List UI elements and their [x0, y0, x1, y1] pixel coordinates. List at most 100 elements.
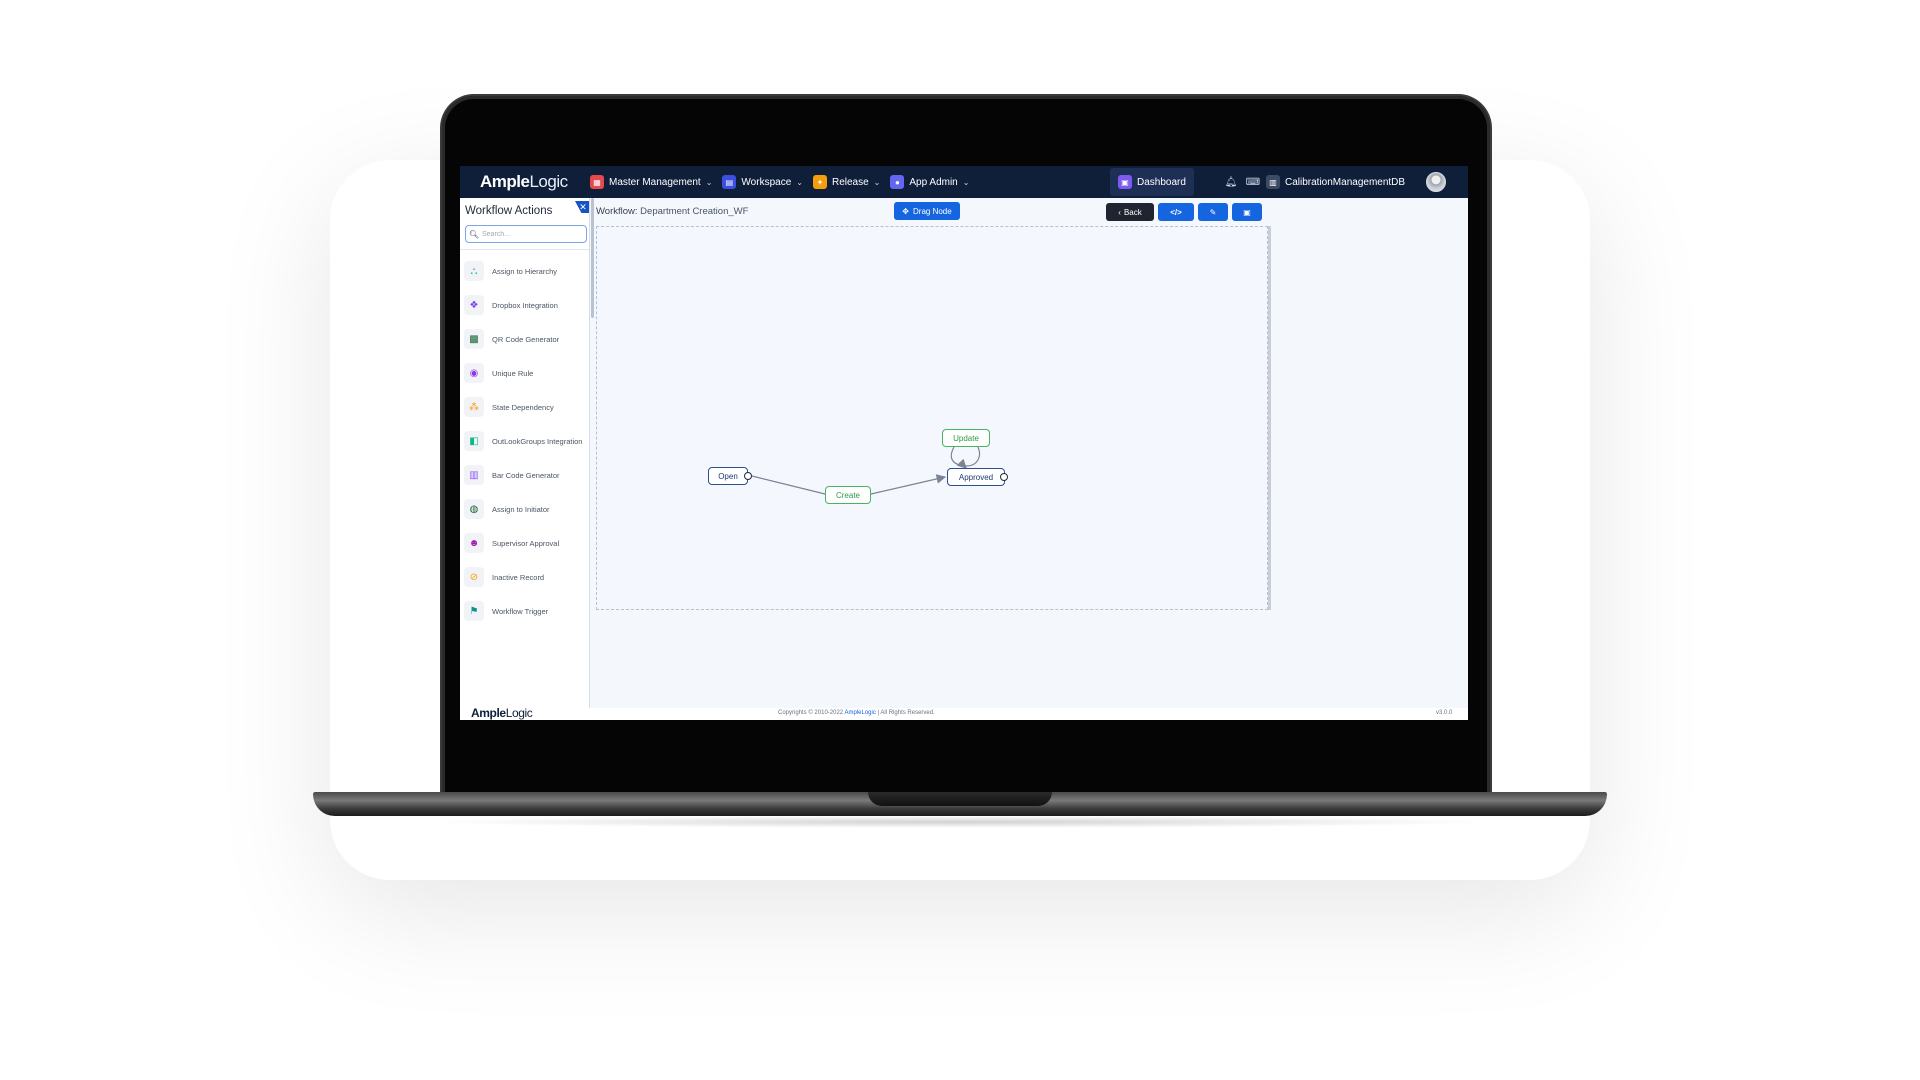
sidebar-item-label: Bar Code Generator: [492, 470, 560, 480]
qr-code-icon: ▩: [464, 329, 484, 349]
trigger-icon: ⚑: [464, 601, 484, 621]
sidebar-item-label: QR Code Generator: [492, 334, 560, 344]
workflow-title: Workflow: Department Creation_WF: [596, 206, 748, 217]
search-box: 🔍︎: [465, 225, 587, 243]
canvas-scrollbar[interactable]: [1268, 226, 1271, 610]
nav-label: App Admin: [909, 176, 958, 188]
sidebar-item-label: Inactive Record: [492, 572, 545, 582]
sidebar-item-label: Supervisor Approval: [492, 538, 560, 548]
copyright-prefix: Copyrights © 2010-2022: [778, 710, 845, 716]
sidebar-item-label: Assign to Hierarchy: [492, 266, 558, 276]
sidebar-item-workflow-trigger[interactable]: ⚑ Workflow Trigger: [460, 594, 589, 628]
sidebar-item-label: Dropbox Integration: [492, 300, 558, 310]
database-label: CalibrationManagementDB: [1285, 176, 1406, 188]
master-icon: ▦: [590, 175, 604, 189]
sidebar-item-unique-rule[interactable]: ◉ Unique Rule: [460, 356, 589, 390]
outlook-icon: ◧: [464, 431, 484, 451]
inactive-icon: ⊘: [464, 567, 484, 587]
workflow-node-approved[interactable]: Approved: [947, 468, 1008, 486]
node-port[interactable]: [744, 472, 752, 480]
supervisor-icon: ☻: [464, 533, 484, 553]
workflow-canvas[interactable]: [596, 226, 1268, 610]
nav-workspace[interactable]: ▤ Workspace ⌄: [722, 166, 803, 198]
database-selector[interactable]: ▥ CalibrationManagementDB: [1266, 166, 1405, 198]
unique-rule-icon: ◉: [464, 363, 484, 383]
nav-master-management[interactable]: ▦ Master Management ⌄: [590, 166, 712, 198]
nav-label: Release: [831, 176, 869, 188]
drag-node-label: Drag Node: [913, 206, 952, 216]
close-icon[interactable]: ✕: [575, 201, 589, 213]
node-label: Approved: [958, 472, 994, 482]
app-screen: AmpleLogic ▦ Master Management ⌄ ▤ Works…: [460, 166, 1468, 720]
sidebar-item-label: Workflow Trigger: [492, 606, 549, 616]
sidebar-item-inactive-record[interactable]: ⊘ Inactive Record: [460, 560, 589, 594]
nav-label: Master Management: [609, 176, 701, 188]
sidebar-item-assign-to-hierarchy[interactable]: ⛬ Assign to Hierarchy: [460, 254, 589, 288]
workflow-node-create[interactable]: Create: [825, 486, 871, 504]
sidebar-item-label: OutLookGroups Integration: [492, 436, 583, 446]
hierarchy-icon: ⛬: [464, 261, 484, 281]
chevron-down-icon: ⌄: [962, 177, 970, 187]
search-input[interactable]: [482, 230, 582, 238]
edit-button[interactable]: ✎: [1198, 203, 1228, 221]
sidebar-item-label: State Dependency: [492, 402, 554, 412]
sidebar-item-dropbox-integration[interactable]: ❖ Dropbox Integration: [460, 288, 589, 322]
dropbox-icon: ❖: [464, 295, 484, 315]
bell-icon[interactable]: 🔔︎: [1224, 175, 1238, 189]
node-port[interactable]: [1000, 473, 1008, 481]
node-label: Open: [718, 471, 738, 481]
footer: AmpleLogic Copyrights © 2010-2022 AmpleL…: [460, 706, 1468, 720]
search-icon: 🔍︎: [468, 229, 480, 239]
sidebar-item-state-dependency[interactable]: ⁂ State Dependency: [460, 390, 589, 424]
sidebar-item-label: Assign to Initiator: [492, 504, 550, 514]
sidebar-item-supervisor-approval[interactable]: ☻ Supervisor Approval: [460, 526, 589, 560]
sidebar-item-label: Unique Rule: [492, 368, 534, 378]
sidebar-item-assign-to-initiator[interactable]: ◍ Assign to Initiator: [460, 492, 589, 526]
copyright-link[interactable]: AmpleLogic: [844, 710, 875, 716]
divider: [460, 249, 589, 250]
initiator-icon: ◍: [464, 499, 484, 519]
drag-node-button[interactable]: ✥ Drag Node: [894, 202, 960, 220]
sidebar-item-bar-code-generator[interactable]: ▥ Bar Code Generator: [460, 458, 589, 492]
back-button[interactable]: ‹ Back: [1106, 203, 1154, 221]
keyboard-icon[interactable]: ⌨: [1246, 175, 1260, 189]
code-icon: </>: [1170, 207, 1182, 217]
nav-app-admin[interactable]: ● App Admin ⌄: [890, 166, 969, 198]
laptop-base-shadow: [420, 816, 1500, 828]
pencil-icon: ✎: [1209, 207, 1217, 217]
barcode-icon: ▥: [464, 465, 484, 485]
chevron-down-icon: ⌄: [705, 177, 713, 187]
chevron-left-icon: ‹: [1118, 207, 1121, 217]
chevron-down-icon: ⌄: [796, 177, 803, 187]
state-dependency-icon: ⁂: [464, 397, 484, 417]
node-label: Create: [835, 490, 860, 500]
nav-label: Workspace: [741, 176, 792, 188]
workflow-actions-sidebar: Workflow Actions ✕ 🔍︎ ⛬ Assign to Hierar…: [460, 198, 590, 720]
top-navbar: AmpleLogic ▦ Master Management ⌄ ▤ Works…: [460, 166, 1468, 198]
copyright-suffix: | All Rights Reserved.: [875, 710, 935, 716]
sidebar-item-outlookgroups-integration[interactable]: ◧ OutLookGroups Integration: [460, 424, 589, 458]
save-icon: ▣: [1243, 207, 1251, 217]
code-button[interactable]: </>: [1158, 203, 1194, 221]
dashboard-icon: ▣: [1118, 175, 1132, 189]
back-label: Back: [1123, 207, 1142, 217]
save-button[interactable]: ▣: [1232, 203, 1262, 221]
database-icon: ▥: [1266, 175, 1280, 189]
release-icon: ✦: [812, 175, 827, 189]
laptop-notch: [868, 792, 1052, 806]
sidebar-title: Workflow Actions: [465, 205, 553, 217]
app-logo[interactable]: AmpleLogic: [480, 172, 580, 192]
workspace-icon: ▤: [722, 175, 737, 189]
nav-dashboard[interactable]: ▣ Dashboard: [1110, 168, 1194, 196]
sidebar-scrollbar[interactable]: [591, 198, 594, 318]
avatar[interactable]: [1426, 172, 1446, 192]
workflow-node-update[interactable]: Update: [942, 429, 990, 447]
node-label: Update: [953, 433, 979, 443]
nav-release[interactable]: ✦ Release ⌄: [812, 166, 880, 198]
footer-logo: AmpleLogic: [471, 706, 533, 720]
workflow-node-open[interactable]: Open: [708, 467, 752, 485]
sidebar-item-qr-code-generator[interactable]: ▩ QR Code Generator: [460, 322, 589, 356]
workflow-label: Workflow:: [596, 206, 638, 217]
move-icon: ✥: [902, 206, 909, 216]
version-label: v3.0.0: [1436, 710, 1453, 716]
